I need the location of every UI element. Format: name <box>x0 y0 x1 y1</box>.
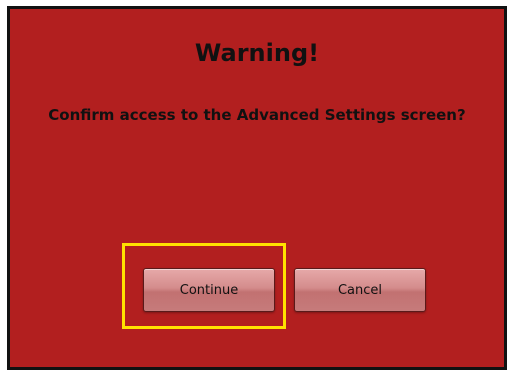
dialog-title: Warning! <box>194 39 320 67</box>
continue-button[interactable]: Continue <box>143 268 275 312</box>
warning-dialog: Warning! Confirm access to the Advanced … <box>7 6 507 370</box>
cancel-button[interactable]: Cancel <box>294 268 426 312</box>
dialog-message: Confirm access to the Advanced Settings … <box>48 106 466 124</box>
cancel-button-label: Cancel <box>337 282 383 298</box>
continue-button-label: Continue <box>179 282 239 298</box>
